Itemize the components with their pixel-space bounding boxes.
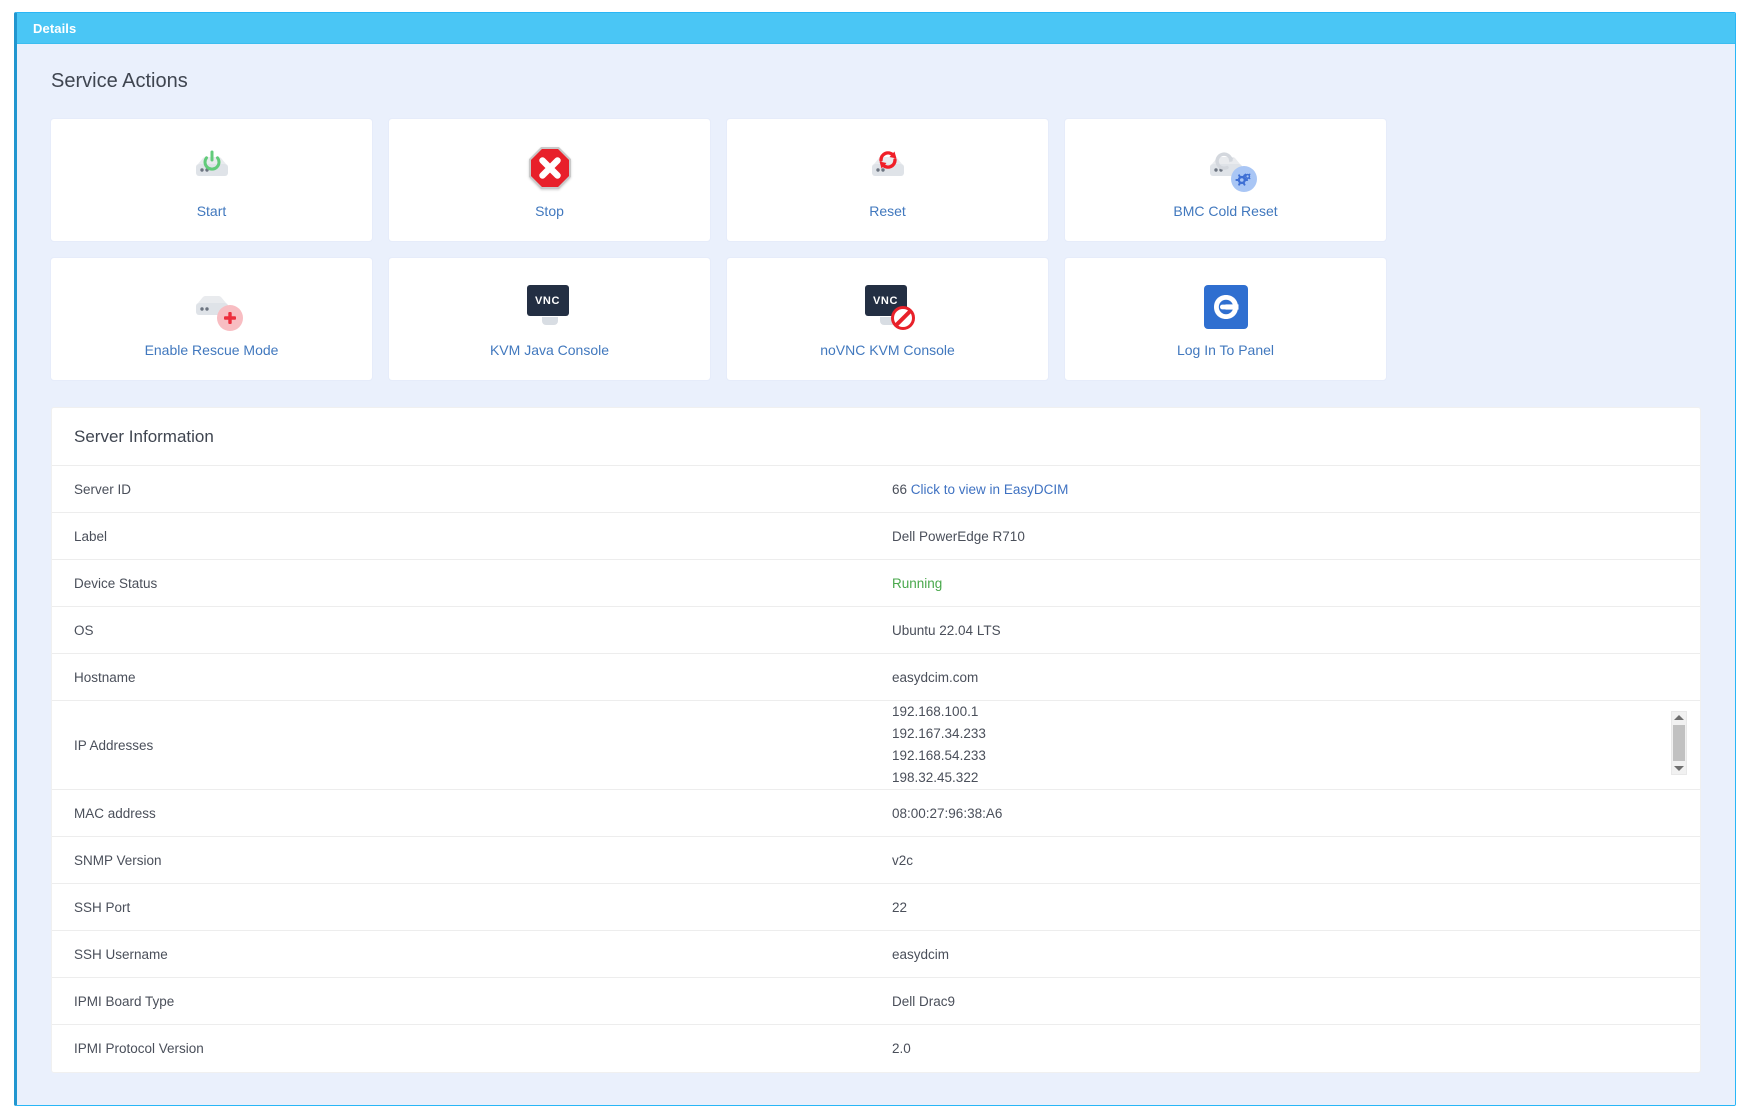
details-panel: Details Service Actions — [14, 12, 1736, 1106]
plus-badge-icon — [217, 305, 243, 331]
ip-address-item: 192.168.54.233 — [892, 745, 1678, 767]
row-value: easydcim — [892, 947, 1700, 962]
row-value: 08:00:27:96:38:A6 — [892, 806, 1700, 821]
service-actions-title: Service Actions — [51, 70, 1715, 93]
action-label-stop: Stop — [535, 203, 564, 219]
server-gear-icon — [1203, 141, 1249, 195]
row-value: 22 — [892, 900, 1700, 915]
action-label-log-in-to-panel: Log In To Panel — [1177, 342, 1274, 358]
row-label: Server ID — [52, 482, 892, 497]
panel-header: Details — [17, 13, 1735, 44]
panel-body: Service Actions — [17, 44, 1735, 1105]
ip-list-scrollbar[interactable] — [1671, 711, 1687, 775]
action-card-kvm-java-console[interactable]: VNC KVM Java Console — [389, 258, 710, 380]
server-id-value: 66 — [892, 482, 907, 497]
monitor-stand — [542, 317, 558, 325]
action-card-reset[interactable]: Reset — [727, 119, 1048, 241]
status-badge: Running — [892, 576, 1700, 591]
prohibited-icon — [891, 306, 915, 330]
row-label: MAC address — [52, 806, 892, 821]
action-card-start[interactable]: Start — [51, 119, 372, 241]
scroll-down-arrow-icon[interactable] — [1674, 766, 1684, 771]
row-label: SSH Port — [52, 900, 892, 915]
row-label: Device Status — [52, 576, 892, 591]
vnc-screen-label: VNC — [527, 285, 569, 316]
row-value: easydcim.com — [892, 670, 1700, 685]
row-value: Ubuntu 22.04 LTS — [892, 623, 1700, 638]
table-row-ipmi-protocol-version: IPMI Protocol Version 2.0 — [52, 1025, 1700, 1072]
vnc-monitor-icon: VNC — [527, 280, 573, 334]
server-power-icon — [189, 141, 235, 195]
scrollbar-thumb[interactable] — [1673, 725, 1685, 761]
row-value: v2c — [892, 853, 1700, 868]
server-information-card: Server Information Server ID 66 Click to… — [51, 407, 1701, 1073]
row-value: Dell PowerEdge R710 — [892, 529, 1700, 544]
server-refresh-icon — [865, 141, 911, 195]
vnc-monitor-blocked-icon: VNC — [865, 280, 911, 334]
row-label: IP Addresses — [52, 738, 892, 753]
ip-address-list: 192.168.100.1 192.167.34.233 192.168.54.… — [892, 701, 1678, 789]
table-row-ipmi-board-type: IPMI Board Type Dell Drac9 — [52, 978, 1700, 1025]
table-row-snmp-version: SNMP Version v2c — [52, 837, 1700, 884]
row-value: 66 Click to view in EasyDCIM — [892, 482, 1700, 497]
ip-address-item: 192.167.34.233 — [892, 723, 1678, 745]
action-card-enable-rescue-mode[interactable]: Enable Rescue Mode — [51, 258, 372, 380]
row-label: OS — [52, 623, 892, 638]
gear-badge-icon — [1231, 166, 1257, 192]
table-row-os: OS Ubuntu 22.04 LTS — [52, 607, 1700, 654]
action-card-novnc-kvm-console[interactable]: VNC noVNC KVM Console — [727, 258, 1048, 380]
row-value: Dell Drac9 — [892, 994, 1700, 1009]
table-row-mac-address: MAC address 08:00:27:96:38:A6 — [52, 790, 1700, 837]
action-label-kvm-java-console: KVM Java Console — [490, 342, 609, 358]
row-label: IPMI Protocol Version — [52, 1041, 892, 1056]
row-label: Hostname — [52, 670, 892, 685]
action-label-novnc-kvm-console: noVNC KVM Console — [820, 342, 955, 358]
row-label: IPMI Board Type — [52, 994, 892, 1009]
stop-octagon-icon — [528, 141, 572, 195]
easydcim-logo-icon — [1204, 280, 1248, 334]
table-row-label: Label Dell PowerEdge R710 — [52, 513, 1700, 560]
server-information-title: Server Information — [52, 408, 1700, 466]
table-row-ip-addresses: IP Addresses 192.168.100.1 192.167.34.23… — [52, 701, 1700, 790]
panel-title: Details — [33, 21, 76, 36]
action-card-log-in-to-panel[interactable]: Log In To Panel — [1065, 258, 1386, 380]
action-card-stop[interactable]: Stop — [389, 119, 710, 241]
row-label: SNMP Version — [52, 853, 892, 868]
table-row-server-id: Server ID 66 Click to view in EasyDCIM — [52, 466, 1700, 513]
action-card-bmc-cold-reset[interactable]: BMC Cold Reset — [1065, 119, 1386, 241]
ip-address-item: 198.32.45.322 — [892, 767, 1678, 789]
row-label: Label — [52, 529, 892, 544]
action-label-bmc-cold-reset: BMC Cold Reset — [1173, 203, 1277, 219]
action-label-reset: Reset — [869, 203, 906, 219]
action-label-enable-rescue-mode: Enable Rescue Mode — [145, 342, 279, 358]
server-plus-icon — [189, 280, 235, 334]
row-value: 2.0 — [892, 1041, 1700, 1056]
service-actions-grid: Start Stop — [51, 119, 1701, 380]
action-label-start: Start — [197, 203, 227, 219]
row-value: 192.168.100.1 192.167.34.233 192.168.54.… — [892, 701, 1700, 789]
table-row-ssh-port: SSH Port 22 — [52, 884, 1700, 931]
row-label: SSH Username — [52, 947, 892, 962]
table-row-hostname: Hostname easydcim.com — [52, 654, 1700, 701]
table-row-device-status: Device Status Running — [52, 560, 1700, 607]
scroll-up-arrow-icon[interactable] — [1674, 715, 1684, 720]
view-in-easydcim-link[interactable]: Click to view in EasyDCIM — [911, 482, 1069, 497]
ip-address-item: 192.168.100.1 — [892, 701, 1678, 723]
table-row-ssh-username: SSH Username easydcim — [52, 931, 1700, 978]
